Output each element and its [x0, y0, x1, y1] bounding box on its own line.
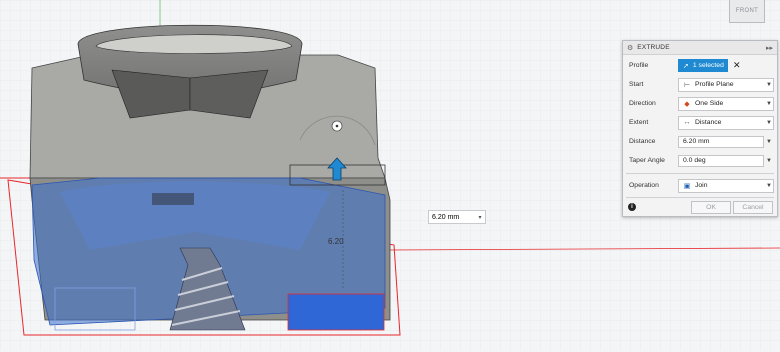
- taper-label: Taper Angle: [629, 157, 665, 164]
- chevron-down-icon: ▼: [766, 81, 772, 88]
- extent-value: Distance: [695, 119, 722, 126]
- dialog-header[interactable]: ⚙ EXTRUDE ▸▸: [623, 41, 777, 55]
- chevron-down-icon[interactable]: ▾: [475, 214, 485, 221]
- chevron-down-icon: ▼: [766, 119, 772, 126]
- join-icon: ▣: [683, 182, 691, 190]
- selected-profile[interactable]: [287, 293, 385, 331]
- direction-label: Direction: [629, 100, 656, 107]
- start-label: Start: [629, 81, 644, 88]
- direction-row: Direction ◆ One Side ▼: [623, 96, 777, 111]
- profile-plane-icon: ⊢: [683, 81, 691, 89]
- profile-select-button[interactable]: ➚ 1 selected: [678, 59, 728, 72]
- chevron-down-icon: ▼: [766, 182, 772, 189]
- divider: [626, 173, 774, 174]
- extent-label: Extent: [629, 119, 649, 126]
- extrude-dialog: ⚙ EXTRUDE ▸▸ Profile ➚ 1 selected ✕ Star…: [622, 40, 778, 217]
- divider: [626, 197, 774, 198]
- dialog-title: EXTRUDE: [637, 44, 670, 51]
- profile-label: Profile: [629, 62, 649, 69]
- operation-label: Operation: [629, 182, 659, 189]
- direction-select[interactable]: ◆ One Side ▼: [678, 96, 774, 111]
- info-icon[interactable]: i: [628, 203, 636, 211]
- profile-row: Profile ➚ 1 selected ✕: [623, 58, 777, 73]
- distance-manipulator-input[interactable]: [429, 212, 475, 222]
- gear-icon[interactable]: ⚙: [627, 44, 633, 52]
- taper-row: Taper Angle 0.0 deg ▼: [623, 153, 777, 168]
- distance-label: Distance: [629, 138, 656, 145]
- extent-row: Extent ↔ Distance ▼: [623, 115, 777, 130]
- operation-value: Join: [695, 182, 708, 189]
- operation-row: Operation ▣ Join ▼: [623, 178, 777, 193]
- direction-value: One Side: [695, 100, 724, 107]
- distance-manipulator-box[interactable]: ▾: [428, 210, 486, 224]
- distance-input[interactable]: 6.20 mm: [678, 135, 764, 148]
- expand-icon[interactable]: ▸▸: [766, 44, 773, 52]
- start-row: Start ⊢ Profile Plane ▼: [623, 77, 777, 92]
- ok-button[interactable]: OK: [691, 201, 731, 214]
- chevron-down-icon: ▼: [766, 100, 772, 107]
- cancel-button[interactable]: Cancel: [733, 201, 773, 214]
- operation-select[interactable]: ▣ Join ▼: [678, 178, 774, 193]
- chevron-down-icon[interactable]: ▼: [765, 139, 773, 145]
- shirt-label: [152, 193, 194, 205]
- start-value: Profile Plane: [695, 81, 734, 88]
- taper-angle-input[interactable]: 0.0 deg: [678, 154, 764, 167]
- sketch-dimension-label: 6.20: [328, 237, 344, 246]
- distance-row: Distance 6.20 mm ▼: [623, 134, 777, 149]
- cursor-icon: ➚: [683, 62, 689, 70]
- distance-icon: ↔: [683, 119, 691, 126]
- one-side-icon: ◆: [684, 100, 690, 108]
- start-select[interactable]: ⊢ Profile Plane ▼: [678, 77, 774, 92]
- extent-select[interactable]: ↔ Distance ▼: [678, 115, 774, 130]
- profile-value: 1 selected: [692, 62, 724, 69]
- clear-selection-icon[interactable]: ✕: [733, 60, 741, 71]
- viewcube-front[interactable]: FRONT: [729, 0, 765, 23]
- chevron-down-icon[interactable]: ▼: [765, 158, 773, 164]
